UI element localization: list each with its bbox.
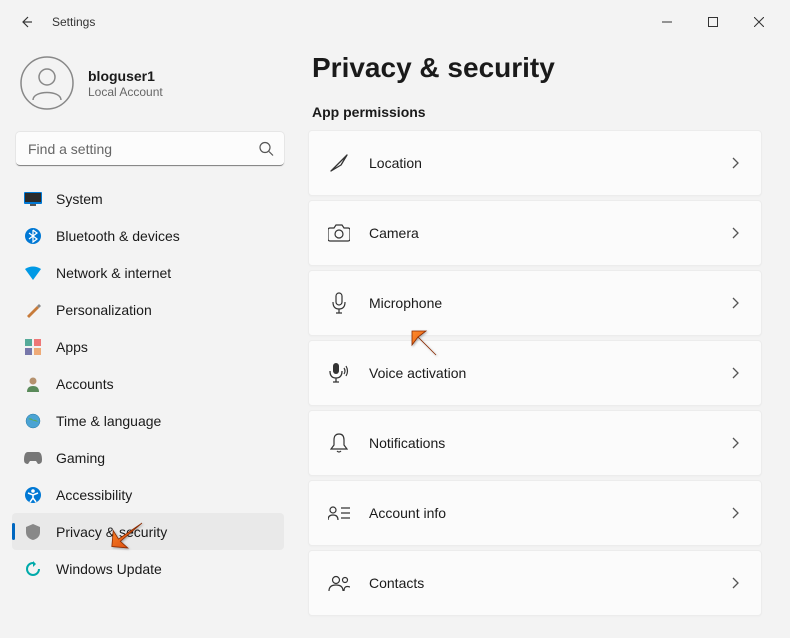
- profile-name: bloguser1: [88, 68, 163, 84]
- nav-label: Accessibility: [56, 487, 132, 503]
- permission-notifications[interactable]: Notifications: [308, 410, 762, 476]
- nav-item-update[interactable]: Windows Update: [12, 550, 284, 587]
- nav-item-time[interactable]: Time & language: [12, 402, 284, 439]
- privacy-icon: [24, 523, 42, 541]
- nav-label: Bluetooth & devices: [56, 228, 180, 244]
- permission-microphone[interactable]: Microphone: [308, 270, 762, 336]
- chevron-right-icon: [727, 155, 743, 171]
- maximize-icon: [708, 17, 718, 27]
- nav-label: System: [56, 191, 103, 207]
- location-icon: [327, 151, 351, 175]
- permission-contacts[interactable]: Contacts: [308, 550, 762, 616]
- permission-label: Voice activation: [369, 365, 727, 381]
- voice-icon: [327, 361, 351, 385]
- avatar: [20, 56, 74, 110]
- search-input[interactable]: [16, 132, 284, 166]
- accessibility-icon: [24, 486, 42, 504]
- nav-label: Accounts: [56, 376, 114, 392]
- network-icon: [24, 264, 42, 282]
- account-info-icon: [327, 501, 351, 525]
- accounts-icon: [24, 375, 42, 393]
- contacts-icon: [327, 571, 351, 595]
- update-icon: [24, 560, 42, 578]
- chevron-right-icon: [727, 225, 743, 241]
- nav-item-accessibility[interactable]: Accessibility: [12, 476, 284, 513]
- nav: System Bluetooth & devices Network & int…: [12, 180, 288, 638]
- close-button[interactable]: [736, 6, 782, 38]
- search-icon: [259, 142, 274, 157]
- permission-label: Notifications: [369, 435, 727, 451]
- back-arrow-icon: [18, 14, 34, 30]
- titlebar: Settings: [0, 0, 790, 44]
- close-icon: [754, 17, 764, 27]
- permission-label: Contacts: [369, 575, 727, 591]
- nav-label: Personalization: [56, 302, 152, 318]
- permission-location[interactable]: Location: [308, 130, 762, 196]
- maximize-button[interactable]: [690, 6, 736, 38]
- minimize-button[interactable]: [644, 6, 690, 38]
- chevron-right-icon: [727, 435, 743, 451]
- profile[interactable]: bloguser1 Local Account: [12, 48, 288, 124]
- gaming-icon: [24, 449, 42, 467]
- camera-icon: [327, 221, 351, 245]
- bluetooth-icon: [24, 227, 42, 245]
- system-icon: [24, 190, 42, 208]
- main: Privacy & security App permissions Locat…: [300, 44, 790, 638]
- nav-label: Gaming: [56, 450, 105, 466]
- page-title: Privacy & security: [312, 52, 762, 84]
- nav-item-apps[interactable]: Apps: [12, 328, 284, 365]
- minimize-icon: [662, 17, 672, 27]
- nav-item-accounts[interactable]: Accounts: [12, 365, 284, 402]
- nav-label: Network & internet: [56, 265, 171, 281]
- search-container: [16, 132, 284, 166]
- permission-voice[interactable]: Voice activation: [308, 340, 762, 406]
- permission-label: Microphone: [369, 295, 727, 311]
- nav-label: Windows Update: [56, 561, 162, 577]
- notifications-icon: [327, 431, 351, 455]
- nav-item-system[interactable]: System: [12, 180, 284, 217]
- sidebar: bloguser1 Local Account System Bluetooth…: [0, 44, 300, 638]
- chevron-right-icon: [727, 575, 743, 591]
- apps-icon: [24, 338, 42, 356]
- permission-account-info[interactable]: Account info: [308, 480, 762, 546]
- back-button[interactable]: [8, 4, 44, 40]
- nav-label: Apps: [56, 339, 88, 355]
- nav-item-personalization[interactable]: Personalization: [12, 291, 284, 328]
- chevron-right-icon: [727, 365, 743, 381]
- nav-item-bluetooth[interactable]: Bluetooth & devices: [12, 217, 284, 254]
- permission-label: Location: [369, 155, 727, 171]
- permission-label: Camera: [369, 225, 727, 241]
- nav-item-gaming[interactable]: Gaming: [12, 439, 284, 476]
- profile-subtitle: Local Account: [88, 85, 163, 99]
- personalization-icon: [24, 301, 42, 319]
- chevron-right-icon: [727, 295, 743, 311]
- nav-label: Privacy & security: [56, 524, 167, 540]
- microphone-icon: [327, 291, 351, 315]
- window-title: Settings: [52, 15, 95, 29]
- chevron-right-icon: [727, 505, 743, 521]
- nav-item-privacy[interactable]: Privacy & security: [12, 513, 284, 550]
- nav-label: Time & language: [56, 413, 161, 429]
- permission-label: Account info: [369, 505, 727, 521]
- section-title: App permissions: [312, 104, 762, 120]
- permission-camera[interactable]: Camera: [308, 200, 762, 266]
- nav-item-network[interactable]: Network & internet: [12, 254, 284, 291]
- time-icon: [24, 412, 42, 430]
